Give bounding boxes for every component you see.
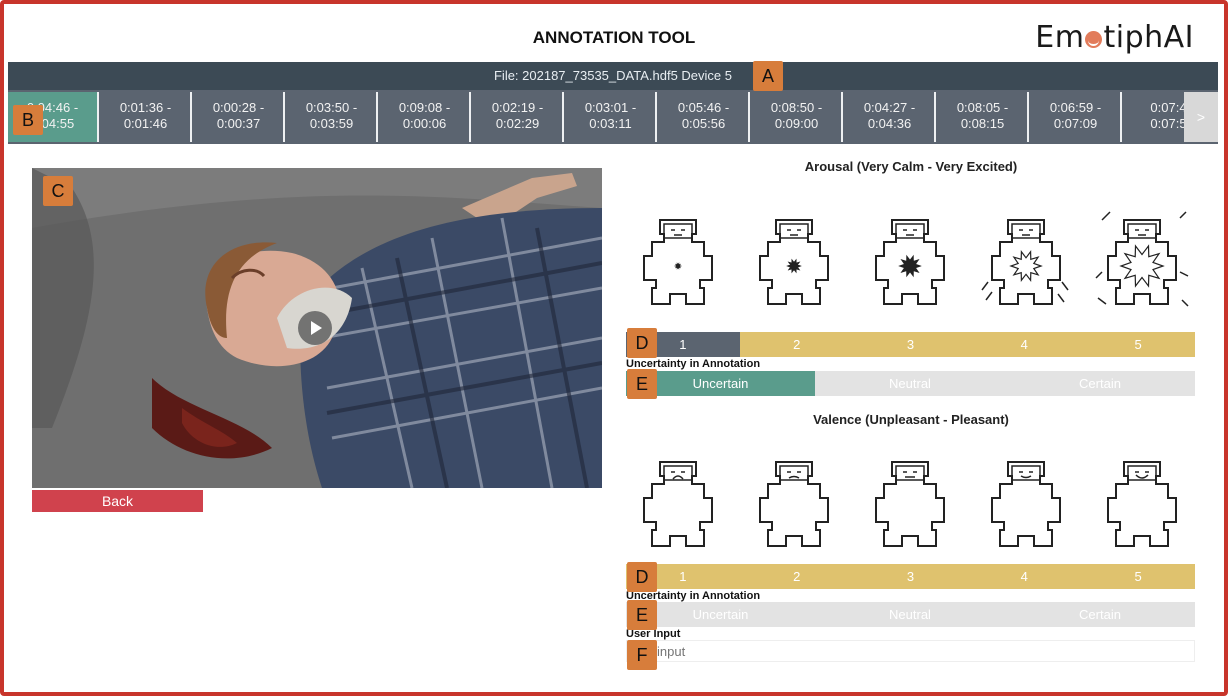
segment-start: 0:03:01 -	[584, 100, 637, 115]
valence-scale-option[interactable]: 3	[854, 564, 968, 589]
file-name: File: 202187_73535_DATA.hdf5 Device 5	[493, 68, 732, 83]
tag-a: A	[753, 61, 783, 91]
arousal-manikin-icon[interactable]	[862, 205, 958, 315]
arousal-manikin-icon[interactable]	[746, 205, 842, 315]
segment-button[interactable]: 0:08:05 -0:08:15	[938, 92, 1029, 142]
arousal-scale-option[interactable]: 4	[967, 332, 1081, 357]
tag-e-valence: E	[627, 600, 657, 630]
valence-scale: 12345	[626, 564, 1195, 589]
segment-bar: 0:04:46 -0:04:55 0:01:36 -0:01:46 0:00:28 …	[8, 90, 1218, 144]
tag-f: F	[627, 640, 657, 670]
tag-d-valence: D	[627, 562, 657, 592]
user-input-field[interactable]	[626, 640, 1195, 662]
segment-button[interactable]: 0:05:46 -0:05:56	[659, 92, 750, 142]
valence-manikin-icon[interactable]	[746, 447, 842, 557]
segment-end: 0:01:46	[123, 116, 168, 131]
segment-end: 0:03:11	[589, 116, 632, 131]
tag-e-arousal: E	[627, 369, 657, 399]
segment-start: 0:01:36 -	[119, 100, 172, 115]
segment-end: 0:09:00	[774, 116, 819, 131]
valence-manikin-icon[interactable]	[630, 447, 726, 557]
tag-c: C	[43, 176, 73, 206]
valence-manikin-icon[interactable]	[1094, 447, 1190, 557]
segment-start: 0:02:19 -	[491, 100, 544, 115]
segment-start: 0:03:50 -	[305, 100, 358, 115]
segment-button[interactable]: 0:06:59 -0:07:09	[1031, 92, 1122, 142]
segment-start: 0:05:46 -	[677, 100, 730, 115]
valence-scale-option[interactable]: 5	[1081, 564, 1195, 589]
segment-end: 0:00:06	[402, 116, 447, 131]
segment-end: 0:07:09	[1053, 116, 1098, 131]
logo: Em tiphAI	[1035, 20, 1194, 55]
logo-text-right: tiphAI	[1103, 20, 1194, 55]
arousal-scale-option[interactable]: 5	[1081, 332, 1195, 357]
arousal-scale: 12345	[626, 332, 1195, 357]
valence-uncertainty: Uncertain Neutral Certain	[626, 602, 1195, 627]
segment-button[interactable]: 0:02:19 -0:02:29	[473, 92, 564, 142]
arousal-manikin-icon[interactable]	[978, 205, 1074, 315]
segment-end: 0:05:56	[681, 116, 726, 131]
segment-start: 0:08:50 -	[770, 100, 823, 115]
valence-uncertainty-option[interactable]: Certain	[1005, 602, 1195, 627]
tag-b: B	[13, 105, 43, 135]
arousal-scale-option[interactable]: 3	[854, 332, 968, 357]
valence-manikin-icon[interactable]	[978, 447, 1074, 557]
segment-button[interactable]: 0:08:50 -0:09:00	[752, 92, 843, 142]
file-bar: File: 202187_73535_DATA.hdf5 Device 5	[8, 62, 1218, 90]
segment-end: 0:04:36	[867, 116, 912, 131]
valence-title: Valence (Unpleasant - Pleasant)	[813, 412, 1009, 427]
valence-uncertainty-option[interactable]: Neutral	[815, 602, 1005, 627]
valence-manikin-icon[interactable]	[862, 447, 958, 557]
segment-end: 0:02:29	[495, 116, 540, 131]
arousal-scale-option[interactable]: 2	[740, 332, 854, 357]
segment-end: 0:08:15	[960, 116, 1005, 131]
segment-button[interactable]: 0:03:01 -0:03:11	[566, 92, 657, 142]
arousal-uncertainty-option[interactable]: Certain	[1005, 371, 1195, 396]
tag-d-arousal: D	[627, 328, 657, 358]
play-button[interactable]	[298, 311, 332, 345]
segment-button[interactable]: 0:03:50 -0:03:59	[287, 92, 378, 142]
segment-start: 0:08:05 -	[956, 100, 1009, 115]
segment-button[interactable]: 0:09:08 -0:00:06	[380, 92, 471, 142]
arousal-title: Arousal (Very Calm - Very Excited)	[804, 159, 1018, 174]
segment-end: 0:03:59	[309, 116, 354, 131]
segment-start: 0:04:27 -	[863, 100, 916, 115]
arousal-uncertainty: Uncertain Neutral Certain	[626, 371, 1195, 396]
arousal-manikin-icon[interactable]	[1094, 205, 1190, 315]
segment-button[interactable]: 0:00:28 -0:00:37	[194, 92, 285, 142]
segment-start: 0:06:59 -	[1049, 100, 1102, 115]
segment-button[interactable]: 0:01:36 -0:01:46	[101, 92, 192, 142]
logo-text-left: Em	[1035, 20, 1085, 55]
segment-start: 0:09:08 -	[398, 100, 451, 115]
logo-smile-icon	[1085, 31, 1103, 48]
segment-end: 0:00:37	[216, 116, 261, 131]
segment-button[interactable]: 0:04:27 -0:04:36	[845, 92, 936, 142]
segments-next-button[interactable]: >	[1184, 92, 1218, 142]
back-button[interactable]: Back	[32, 490, 203, 512]
arousal-manikin-icon[interactable]	[630, 205, 726, 315]
valence-scale-option[interactable]: 4	[967, 564, 1081, 589]
valence-scale-option[interactable]: 2	[740, 564, 854, 589]
segment-start: 0:00:28 -	[212, 100, 265, 115]
arousal-uncertainty-option[interactable]: Neutral	[815, 371, 1005, 396]
